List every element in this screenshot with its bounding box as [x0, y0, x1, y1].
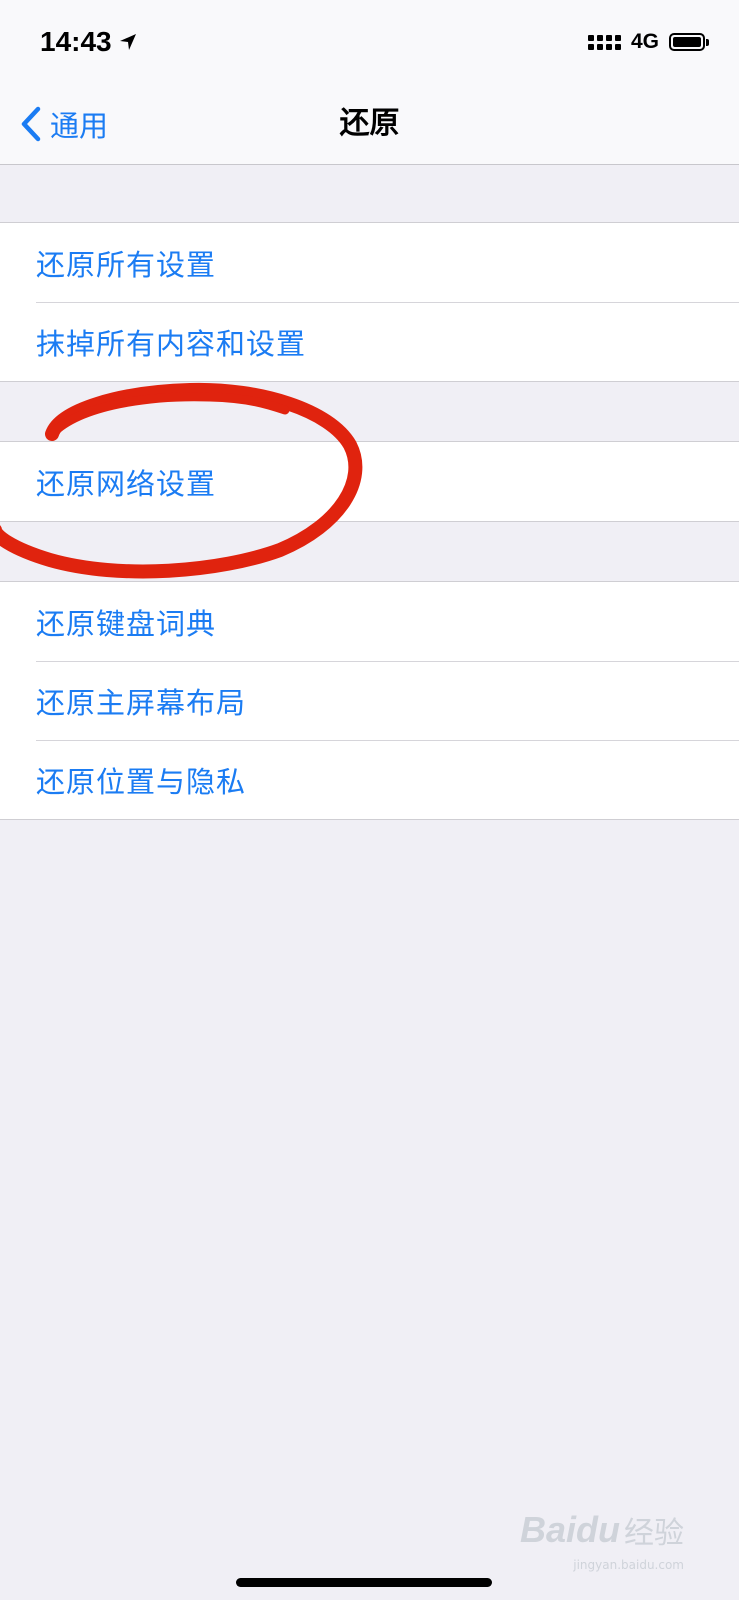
home-indicator[interactable] [236, 1578, 492, 1587]
reset-location-privacy-cell[interactable]: 还原位置与隐私 [0, 740, 739, 819]
cell-label: 还原位置与隐私 [36, 764, 247, 799]
reset-group-1: 还原所有设置 抹掉所有内容和设置 [0, 222, 739, 382]
cell-label: 还原网络设置 [36, 466, 217, 501]
location-arrow-icon [119, 34, 136, 50]
watermark-text: 经验 [624, 1517, 684, 1550]
reset-group-2: 还原网络设置 [0, 441, 739, 522]
status-time: 14:43 [40, 26, 138, 58]
cell-label: 还原键盘词典 [36, 606, 217, 641]
cellular-signal-icon [587, 34, 621, 50]
reset-network-settings-cell[interactable]: 还原网络设置 [0, 442, 739, 521]
status-indicators: 4G [587, 30, 709, 54]
page-title: 还原 [339, 106, 400, 141]
navigation-bar: 通用 还原 [0, 84, 739, 165]
watermark-url: jingyan.baidu.com [573, 1558, 684, 1572]
cell-label: 还原主屏幕布局 [36, 685, 247, 720]
watermark-logo: Baidu [519, 1509, 620, 1550]
erase-all-content-cell[interactable]: 抹掉所有内容和设置 [0, 302, 739, 381]
status-bar: 14:43 4G [0, 0, 739, 84]
network-type: 4G [630, 30, 659, 53]
reset-home-screen-layout-cell[interactable]: 还原主屏幕布局 [0, 661, 739, 740]
cell-label: 抹掉所有内容和设置 [36, 326, 307, 361]
time-label: 14:43 [40, 26, 112, 57]
reset-keyboard-dictionary-cell[interactable]: 还原键盘词典 [0, 582, 739, 661]
cell-label: 还原所有设置 [36, 247, 217, 282]
battery-icon [669, 33, 709, 51]
baidu-watermark: Baidu 经验 [520, 1508, 684, 1552]
reset-group-3: 还原键盘词典 还原主屏幕布局 还原位置与隐私 [0, 581, 739, 820]
reset-all-settings-cell[interactable]: 还原所有设置 [0, 223, 739, 302]
